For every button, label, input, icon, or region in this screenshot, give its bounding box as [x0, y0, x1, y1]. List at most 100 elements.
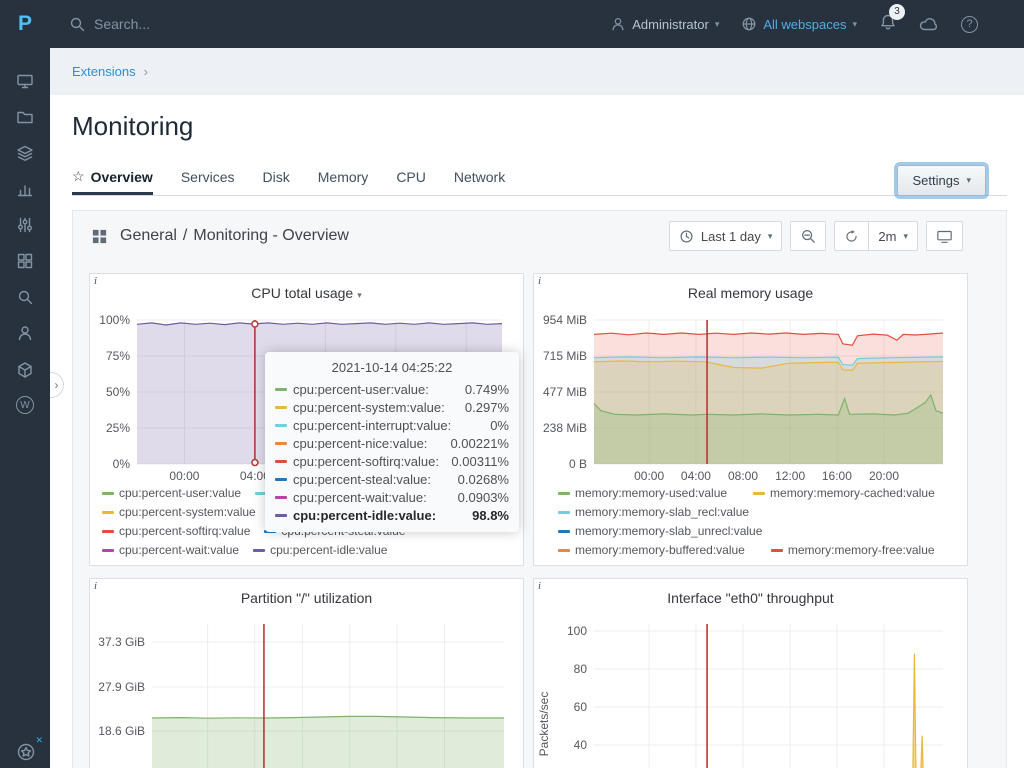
legend-swatch: [558, 492, 570, 495]
legend-item[interactable]: memory:memory-buffered:value: [558, 543, 745, 557]
monitor-icon: [936, 229, 953, 244]
svg-text:37.3 GiB: 37.3 GiB: [98, 635, 145, 649]
info-icon[interactable]: i: [538, 580, 541, 592]
tooltip-row: cpu:percent-idle:value:98.8%: [275, 506, 509, 524]
series-swatch: [275, 406, 287, 409]
svg-text:16:00: 16:00: [822, 469, 852, 483]
panel-menu-caret-icon: ▾: [357, 290, 362, 300]
tabs: ☆ Overview Services Disk Memory CPU Netw…: [72, 165, 1007, 196]
bar-chart-icon[interactable]: [16, 180, 34, 198]
tooltip-timestamp: 2021-10-14 04:25:22: [275, 360, 509, 375]
sliders-icon[interactable]: [16, 216, 34, 234]
svg-text:00:00: 00:00: [169, 469, 199, 483]
plesk-logo[interactable]: P: [0, 0, 50, 48]
tab-overview[interactable]: ☆ Overview: [72, 168, 153, 195]
search-input[interactable]: [94, 16, 314, 32]
legend-item[interactable]: cpu:percent-wait:value: [102, 543, 239, 557]
refresh-button[interactable]: [834, 221, 868, 251]
dashboard-name: Monitoring - Overview: [193, 227, 349, 245]
monitor-icon[interactable]: [16, 72, 34, 90]
legend-item[interactable]: cpu:percent-idle:value: [253, 543, 387, 557]
legend-swatch: [558, 530, 570, 533]
panel-title[interactable]: Interface "eth0" throughput: [534, 579, 967, 606]
svg-text:0 B: 0 B: [569, 457, 587, 471]
tab-cpu[interactable]: CPU: [396, 169, 426, 195]
refresh-interval-picker[interactable]: 2m ▾: [868, 221, 918, 251]
legend-item[interactable]: cpu:percent-user:value: [102, 486, 241, 500]
network-chart[interactable]: 100806040Packets/sec: [534, 615, 969, 768]
tab-services[interactable]: Services: [181, 169, 235, 195]
sidebar: W ✕: [0, 48, 50, 768]
promo-close-icon[interactable]: ✕: [35, 735, 43, 746]
package-icon[interactable]: [16, 360, 34, 378]
series-swatch: [275, 442, 287, 445]
chart-tooltip: 2021-10-14 04:25:22 cpu:percent-user:val…: [265, 352, 519, 532]
wordpress-icon[interactable]: W: [16, 396, 34, 414]
refresh-interval-label: 2m: [878, 229, 896, 244]
series-swatch: [275, 424, 287, 427]
dashboard-header: General / Monitoring - Overview Last 1 d…: [73, 211, 1006, 261]
tooltip-row: cpu:percent-interrupt:value:0%: [275, 416, 509, 434]
notifications-button[interactable]: 3: [879, 13, 897, 36]
breadcrumb-extensions-link[interactable]: Extensions: [72, 64, 136, 79]
svg-text:27.9 GiB: 27.9 GiB: [98, 680, 145, 694]
legend-item[interactable]: memory:memory-free:value: [771, 543, 935, 557]
panel-title[interactable]: Partition "/" utilization: [90, 579, 523, 606]
notifications-badge: 3: [889, 4, 905, 20]
panel-real-memory-usage: i Real memory usage 00:0004:0008:0012:00…: [533, 273, 968, 566]
settings-button[interactable]: Settings ▾: [897, 165, 986, 196]
dashboard-title[interactable]: General / Monitoring - Overview: [120, 227, 349, 245]
legend-label: cpu:percent-wait:value: [119, 543, 239, 557]
svg-text:0%: 0%: [113, 457, 131, 471]
svg-text:20:00: 20:00: [869, 469, 899, 483]
tv-mode-button[interactable]: [926, 221, 963, 251]
panel-title[interactable]: CPU total usage▾: [90, 274, 523, 301]
topbar: P Administrator ▾ All webspaces ▾ 3 ?: [0, 0, 1024, 48]
legend-item[interactable]: cpu:percent-softirq:value: [102, 524, 250, 538]
legend-swatch: [102, 511, 114, 514]
clock-icon: [679, 229, 694, 244]
help-icon[interactable]: ?: [961, 16, 978, 33]
legend-item[interactable]: memory:memory-slab_recl:value: [558, 505, 749, 519]
global-search[interactable]: [68, 15, 314, 33]
user-menu[interactable]: Administrator ▾: [610, 16, 719, 32]
legend-label: memory:memory-used:value: [575, 486, 727, 500]
svg-text:40: 40: [574, 738, 588, 752]
disk-chart[interactable]: 37.3 GiB27.9 GiB18.6 GiB: [90, 615, 525, 768]
search-icon[interactable]: [16, 288, 34, 306]
legend-item[interactable]: memory:memory-used:value: [558, 486, 727, 500]
time-range-picker[interactable]: Last 1 day ▾: [669, 221, 783, 251]
legend-item[interactable]: memory:memory-slab_unrecl:value: [558, 524, 762, 538]
legend-label: cpu:percent-idle:value: [270, 543, 387, 557]
promo-icon[interactable]: ✕: [16, 742, 36, 762]
zoom-out-button[interactable]: [790, 221, 826, 251]
search-icon: [68, 15, 86, 33]
tab-network[interactable]: Network: [454, 169, 505, 195]
legend-item[interactable]: cpu:percent-system:value: [102, 505, 256, 519]
legend-swatch: [771, 549, 783, 552]
legend-label: cpu:percent-softirq:value: [119, 524, 250, 538]
memory-chart[interactable]: 00:0004:0008:0012:0016:0020:00954 MiB715…: [534, 310, 969, 484]
svg-text:12:00: 12:00: [775, 469, 805, 483]
info-icon[interactable]: i: [538, 275, 541, 287]
tab-memory[interactable]: Memory: [318, 169, 369, 195]
svg-text:238 MiB: 238 MiB: [543, 421, 587, 435]
legend-swatch: [102, 492, 114, 495]
tab-disk[interactable]: Disk: [263, 169, 290, 195]
dashboard-folder: General: [120, 227, 177, 245]
layers-icon[interactable]: [16, 144, 34, 162]
folder-icon[interactable]: [16, 108, 34, 126]
webspaces-menu[interactable]: All webspaces ▾: [741, 16, 857, 32]
dashboard-grid-icon[interactable]: [91, 228, 108, 245]
info-icon[interactable]: i: [94, 275, 97, 287]
tooltip-row: cpu:percent-softirq:value:0.00311%: [275, 452, 509, 470]
users-icon[interactable]: [16, 324, 34, 342]
cloud-icon[interactable]: [919, 16, 939, 32]
main-content: Monitoring ☆ Overview Services Disk Memo…: [50, 95, 1024, 768]
extensions-grid-icon[interactable]: [16, 252, 34, 270]
legend-item[interactable]: memory:memory-cached:value: [753, 486, 935, 500]
info-icon[interactable]: i: [94, 580, 97, 592]
panel-title[interactable]: Real memory usage: [534, 274, 967, 301]
legend-swatch: [253, 549, 265, 552]
memory-legend: memory:memory-used:value memory:memory-ca…: [558, 486, 961, 562]
